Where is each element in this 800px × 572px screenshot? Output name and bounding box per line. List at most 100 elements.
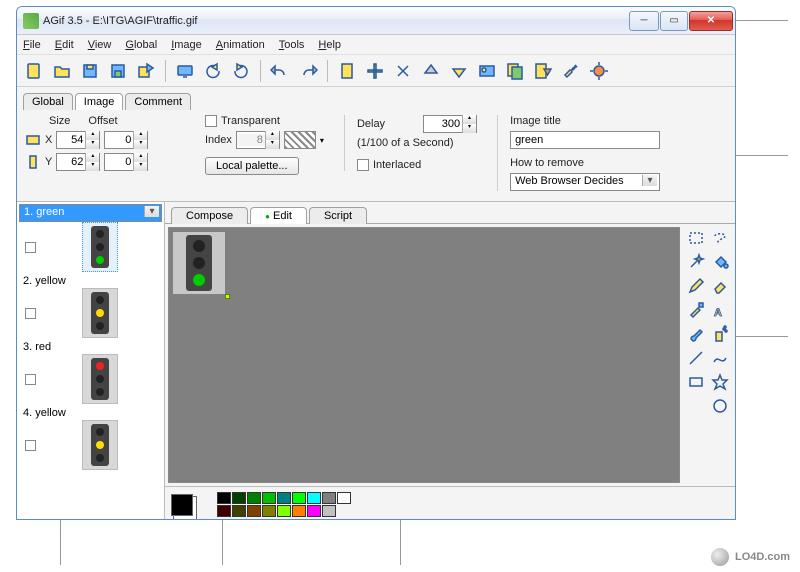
text-tool[interactable]: A [709,299,731,321]
frame-item-2[interactable]: 2. yellow [19,274,162,338]
line-tool[interactable] [685,347,707,369]
menu-file[interactable]: File [23,39,41,51]
tab-image[interactable]: Image [75,93,124,110]
y-offset-input[interactable] [105,156,133,168]
color-swatch[interactable] [262,492,276,504]
frame-thumbnail[interactable] [82,420,118,470]
color-swatch[interactable] [337,492,351,504]
settings-button[interactable] [558,58,584,84]
curve-tool[interactable] [709,347,731,369]
color-swatch[interactable] [292,505,306,517]
transparent-checkbox[interactable] [205,115,217,127]
export-button[interactable] [133,58,159,84]
delay-input[interactable] [424,118,462,130]
resize-handle[interactable] [225,294,230,299]
preview-button[interactable] [172,58,198,84]
rounded-rect-tool[interactable] [709,395,731,417]
play-button[interactable] [228,58,254,84]
menu-edit[interactable]: Edit [55,39,74,51]
x-size-input[interactable] [57,134,85,146]
y-size-input[interactable] [57,156,85,168]
color-swatch[interactable] [277,505,291,517]
frame-checkbox[interactable] [25,242,36,253]
canvas-image[interactable] [173,232,225,294]
color-swatch[interactable] [232,492,246,504]
maximize-button[interactable]: ▭ [660,11,688,31]
y-size-spinner[interactable]: ▴▾ [56,153,100,171]
x-offset-spinner[interactable]: ▴▾ [104,131,148,149]
frame-list[interactable]: 1. green 2. yellow 3. red 4. yellow [17,202,165,520]
color-swatch[interactable] [217,505,231,517]
close-button[interactable]: ✕ [689,11,733,31]
open-button[interactable] [49,58,75,84]
effects-button[interactable] [586,58,612,84]
menu-help[interactable]: Help [318,39,341,51]
color-swatch[interactable] [292,492,306,504]
frame-thumbnail[interactable] [82,354,118,404]
x-size-spinner[interactable]: ▴▾ [56,131,100,149]
interlaced-checkbox[interactable] [357,159,369,171]
current-color[interactable] [171,494,193,516]
frame-item-1[interactable]: 1. green [19,204,162,272]
reverse-button[interactable] [200,58,226,84]
frame-label[interactable]: 2. yellow [19,274,162,288]
menu-animation[interactable]: Animation [216,39,265,51]
menu-image[interactable]: Image [171,39,202,51]
frame-item-4[interactable]: 4. yellow [19,406,162,470]
move-up-button[interactable] [418,58,444,84]
color-swatch[interactable] [247,492,261,504]
y-offset-spinner[interactable]: ▴▾ [104,153,148,171]
color-swatch[interactable] [232,505,246,517]
subtab-compose[interactable]: Compose [171,207,248,224]
minimize-button[interactable]: ─ [629,11,659,31]
color-swatch[interactable] [322,492,336,504]
transparency-pattern[interactable] [284,131,316,149]
select-rect-tool[interactable] [685,227,707,249]
duplicate-button[interactable] [502,58,528,84]
how-remove-select[interactable]: Web Browser Decides [510,173,660,191]
frame-label[interactable]: 1. green [19,204,162,222]
undo-button[interactable] [267,58,293,84]
save-button[interactable] [77,58,103,84]
delete-frame-button[interactable] [390,58,416,84]
import-button[interactable] [530,58,556,84]
eyedropper-tool[interactable] [685,299,707,321]
color-swatch[interactable] [307,492,321,504]
magic-wand-tool[interactable] [685,251,707,273]
canvas[interactable] [168,227,680,483]
menu-global[interactable]: Global [125,39,157,51]
color-swatch[interactable] [247,505,261,517]
polygon-tool[interactable] [709,371,731,393]
image-props-button[interactable] [474,58,500,84]
subtab-script[interactable]: Script [309,207,367,224]
color-swatch[interactable] [307,505,321,517]
frame-thumbnail[interactable] [82,222,118,272]
tab-comment[interactable]: Comment [125,93,191,110]
spray-tool[interactable] [709,323,731,345]
frame-checkbox[interactable] [25,374,36,385]
delay-spinner[interactable]: ▴▾ [423,115,477,133]
lasso-tool[interactable] [709,227,731,249]
frame-checkbox[interactable] [25,440,36,451]
redo-button[interactable] [295,58,321,84]
color-swatch[interactable] [277,492,291,504]
add-frame-button[interactable] [334,58,360,84]
menu-tools[interactable]: Tools [279,39,305,51]
ellipse-tool[interactable] [685,395,707,417]
frame-item-3[interactable]: 3. red [19,340,162,404]
brush-tool[interactable] [685,323,707,345]
local-palette-button[interactable]: Local palette... [205,157,299,175]
x-offset-input[interactable] [105,134,133,146]
frame-label[interactable]: 4. yellow [19,406,162,420]
move-down-button[interactable] [446,58,472,84]
save-as-button[interactable] [105,58,131,84]
frame-checkbox[interactable] [25,308,36,319]
insert-frame-button[interactable] [362,58,388,84]
pencil-tool[interactable] [685,275,707,297]
color-swatch[interactable] [322,505,336,517]
color-swatch[interactable] [217,492,231,504]
color-swatch[interactable] [262,505,276,517]
fill-tool[interactable] [709,251,731,273]
frame-label[interactable]: 3. red [19,340,162,354]
eraser-tool[interactable] [709,275,731,297]
